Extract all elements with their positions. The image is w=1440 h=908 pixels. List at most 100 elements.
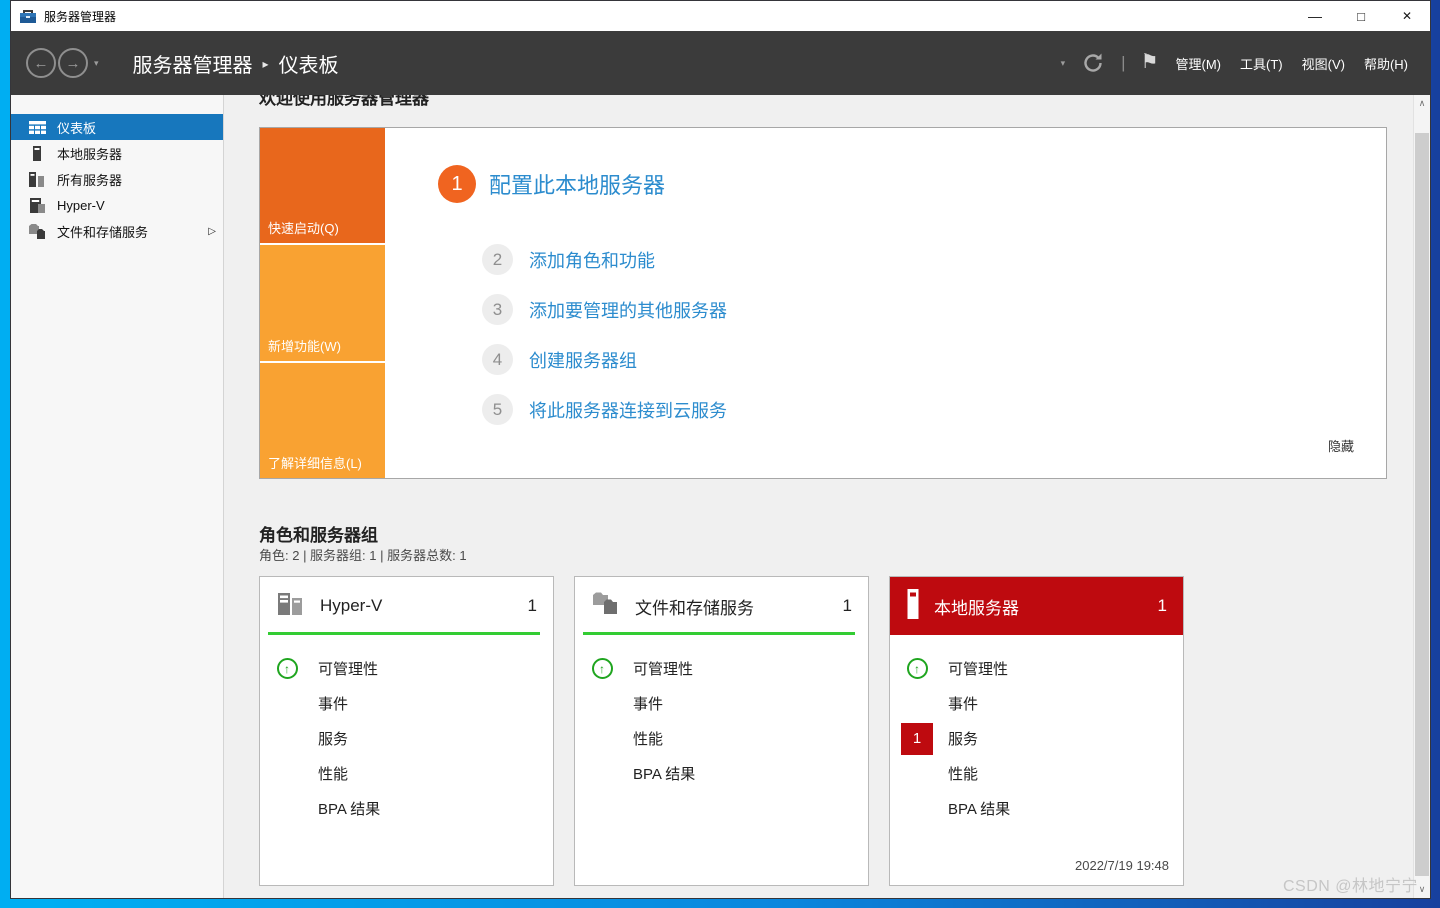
menu-help[interactable]: 帮助(H) xyxy=(1362,51,1410,76)
nav-history-dropdown-icon[interactable]: ▾ xyxy=(94,58,99,69)
server-manager-window: 服务器管理器 — □ ✕ ← → ▾ 服务器管理器 ▸ 仪表板 ▾ | xyxy=(10,0,1431,899)
step-add-roles: 2 添加角色和功能 xyxy=(482,244,655,275)
create-server-group-link[interactable]: 创建服务器组 xyxy=(529,347,637,373)
sidebar-item-label: 文件和存储服务 xyxy=(57,222,148,241)
breadcrumb-separator-icon: ▸ xyxy=(263,57,269,71)
add-roles-features-link[interactable]: 添加角色和功能 xyxy=(529,247,655,273)
title-bar: 服务器管理器 — □ ✕ xyxy=(11,1,1430,31)
expand-arrow-icon[interactable]: ▷ xyxy=(208,226,216,237)
sidebar-item-dashboard[interactable]: 仪表板 xyxy=(11,114,223,140)
header-dropdown-icon[interactable]: ▾ xyxy=(1061,58,1066,69)
configure-local-server-link[interactable]: 配置此本地服务器 xyxy=(489,168,665,200)
step-4-badge: 4 xyxy=(482,344,513,375)
card-server-count: 1 xyxy=(1158,596,1167,616)
menu-tools[interactable]: 工具(T) xyxy=(1238,51,1285,76)
card-row-services: 服务 xyxy=(260,721,553,756)
card-rows: ↑ 可管理性 事件 服务 性能 xyxy=(260,651,553,826)
nav-buttons: ← → ▾ xyxy=(26,48,99,78)
step-1-badge: 1 xyxy=(438,165,476,203)
card-header[interactable]: 文件和存储服务 1 xyxy=(575,577,868,635)
welcome-panel: 快速启动(Q) 新增功能(W) 了解详细信息(L) 1 配置此本地服务器 2 添… xyxy=(259,127,1387,479)
minimize-button[interactable]: — xyxy=(1292,1,1338,31)
card-title: 本地服务器 xyxy=(934,594,1019,619)
card-row-events: 事件 xyxy=(890,686,1183,721)
file-storage-card-icon xyxy=(592,591,620,621)
dashboard-grid-icon xyxy=(28,121,46,134)
manageability-up-icon: ↑ xyxy=(277,658,298,679)
services-alert-badge[interactable]: 1 xyxy=(901,723,933,755)
sidebar-item-all-servers[interactable]: 所有服务器 xyxy=(11,166,223,192)
back-button[interactable]: ← xyxy=(26,48,56,78)
quick-start-tab[interactable]: 快速启动(Q) xyxy=(260,128,385,243)
card-header-alert[interactable]: 本地服务器 1 xyxy=(890,577,1183,635)
back-arrow-icon: ← xyxy=(34,55,49,72)
card-rows: ↑ 可管理性 事件 性能 BPA 结果 xyxy=(575,651,868,791)
card-row-services: 1 服务 xyxy=(890,721,1183,756)
folders-icon xyxy=(28,224,46,239)
header-bar: ← → ▾ 服务器管理器 ▸ 仪表板 ▾ | ⚑ 管理(M) 工具(T) 视图(… xyxy=(11,31,1430,95)
card-row-bpa: BPA 结果 xyxy=(260,791,553,826)
scrollbar-thumb[interactable] xyxy=(1415,133,1429,876)
step-connect-cloud: 5 将此服务器连接到云服务 xyxy=(482,394,727,425)
card-server-count: 1 xyxy=(528,596,537,616)
watermark: CSDN @林地宁宁 xyxy=(1283,872,1418,896)
sidebar-item-label: 仪表板 xyxy=(57,118,96,137)
step-5-badge: 5 xyxy=(482,394,513,425)
status-green-bar xyxy=(268,632,540,635)
maximize-button[interactable]: □ xyxy=(1338,1,1384,31)
breadcrumb-root[interactable]: 服务器管理器 xyxy=(133,49,253,78)
card-row-bpa: BPA 结果 xyxy=(575,756,868,791)
sidebar-item-label: Hyper-V xyxy=(57,198,105,213)
quick-start-label: 快速启动(Q) xyxy=(268,218,339,237)
breadcrumb: 服务器管理器 ▸ 仪表板 xyxy=(133,49,339,78)
scroll-up-button[interactable]: ∧ xyxy=(1414,95,1430,112)
vertical-scrollbar[interactable]: ∧ ∨ xyxy=(1413,95,1430,898)
step-create-group: 4 创建服务器组 xyxy=(482,344,637,375)
close-button[interactable]: ✕ xyxy=(1384,1,1430,31)
card-title: Hyper-V xyxy=(320,596,382,616)
step-2-badge: 2 xyxy=(482,244,513,275)
menu-manage[interactable]: 管理(M) xyxy=(1174,51,1224,76)
sidebar: 仪表板 本地服务器 所 xyxy=(11,95,224,898)
card-row-manageability: ↑ 可管理性 xyxy=(575,651,868,686)
sidebar-item-local-server[interactable]: 本地服务器 xyxy=(11,140,223,166)
header-toolbar: ▾ | ⚑ 管理(M) 工具(T) 视图(V) 帮助(H) xyxy=(1061,31,1410,95)
roles-section-title: 角色和服务器组 xyxy=(259,521,378,546)
card-row-events: 事件 xyxy=(260,686,553,721)
card-server-count: 1 xyxy=(843,596,852,616)
hyper-v-icon xyxy=(28,198,46,213)
card-header[interactable]: Hyper-V 1 xyxy=(260,577,553,635)
card-title: 文件和存储服务 xyxy=(635,594,754,619)
whats-new-tab[interactable]: 新增功能(W) xyxy=(260,245,385,360)
breadcrumb-current: 仪表板 xyxy=(279,49,339,78)
card-row-manageability: ↑ 可管理性 xyxy=(890,651,1183,686)
role-card-local-server: 本地服务器 1 ↑ 可管理性 事件 1 服务 xyxy=(889,576,1184,886)
status-green-bar xyxy=(583,632,855,635)
menu-view[interactable]: 视图(V) xyxy=(1300,51,1347,76)
connect-cloud-services-link[interactable]: 将此服务器连接到云服务 xyxy=(529,397,727,423)
sidebar-item-file-storage[interactable]: 文件和存储服务 ▷ xyxy=(11,218,223,244)
server-manager-app-icon xyxy=(19,8,37,24)
sidebar-item-label: 所有服务器 xyxy=(57,170,122,189)
sidebar-item-hyper-v[interactable]: Hyper-V xyxy=(11,192,223,218)
hide-welcome-link[interactable]: 隐藏 xyxy=(1328,436,1354,455)
notifications-flag-icon[interactable]: ⚑ xyxy=(1141,49,1159,74)
learn-more-tab[interactable]: 了解详细信息(L) xyxy=(260,363,385,478)
dashboard-main: 欢迎使用服务器管理器 快速启动(Q) 新增功能(W) 了解详细信息(L) 1 配… xyxy=(226,95,1413,898)
card-rows: ↑ 可管理性 事件 1 服务 性能 xyxy=(890,651,1183,826)
learn-more-label: 了解详细信息(L) xyxy=(268,453,362,472)
local-server-card-icon xyxy=(907,589,919,624)
roles-summary: 角色: 2 | 服务器组: 1 | 服务器总数: 1 xyxy=(259,545,467,564)
manageability-up-icon: ↑ xyxy=(907,658,928,679)
content-area: 仪表板 本地服务器 所 xyxy=(11,95,1430,898)
role-card-hyper-v: Hyper-V 1 ↑ 可管理性 事件 服务 xyxy=(259,576,554,886)
card-row-events: 事件 xyxy=(575,686,868,721)
card-timestamp: 2022/7/19 19:48 xyxy=(1075,858,1169,873)
refresh-icon[interactable] xyxy=(1080,50,1106,76)
add-other-servers-link[interactable]: 添加要管理的其他服务器 xyxy=(529,297,727,323)
window-controls: — □ ✕ xyxy=(1292,1,1430,31)
forward-button[interactable]: → xyxy=(58,48,88,78)
servers-icon xyxy=(28,172,46,187)
hyper-v-card-icon xyxy=(277,591,305,622)
card-row-bpa: BPA 结果 xyxy=(890,791,1183,826)
